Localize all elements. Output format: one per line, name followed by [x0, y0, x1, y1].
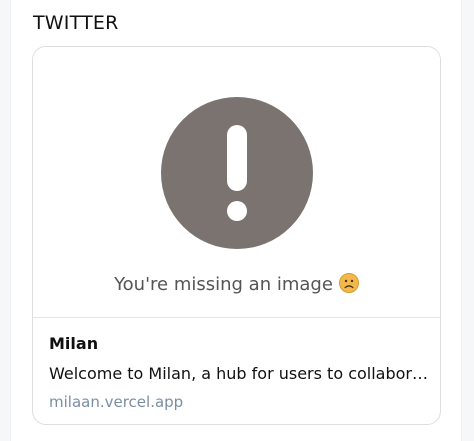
missing-image-message: You're missing an image — [33, 273, 440, 295]
missing-image-text: You're missing an image — [114, 274, 333, 295]
frowning-face-emoji — [338, 273, 359, 293]
exclamation-circle-icon — [161, 97, 313, 249]
right-rail — [461, 0, 474, 441]
card-link[interactable]: milaan.vercel.app — [49, 393, 429, 411]
twitter-preview-page: TWITTER You're missing an image Milan We… — [0, 0, 474, 441]
section-title: TWITTER — [33, 12, 119, 34]
card-media: You're missing an image — [33, 47, 440, 318]
card-title: Milan — [49, 334, 99, 353]
card-description: Welcome to Milan, a hub for users to col… — [49, 364, 429, 383]
twitter-card-preview[interactable]: You're missing an image Milan Welcome to… — [32, 46, 441, 425]
card-info: Milan Welcome to Milan, a hub for users … — [49, 334, 429, 411]
left-rail — [0, 0, 11, 441]
